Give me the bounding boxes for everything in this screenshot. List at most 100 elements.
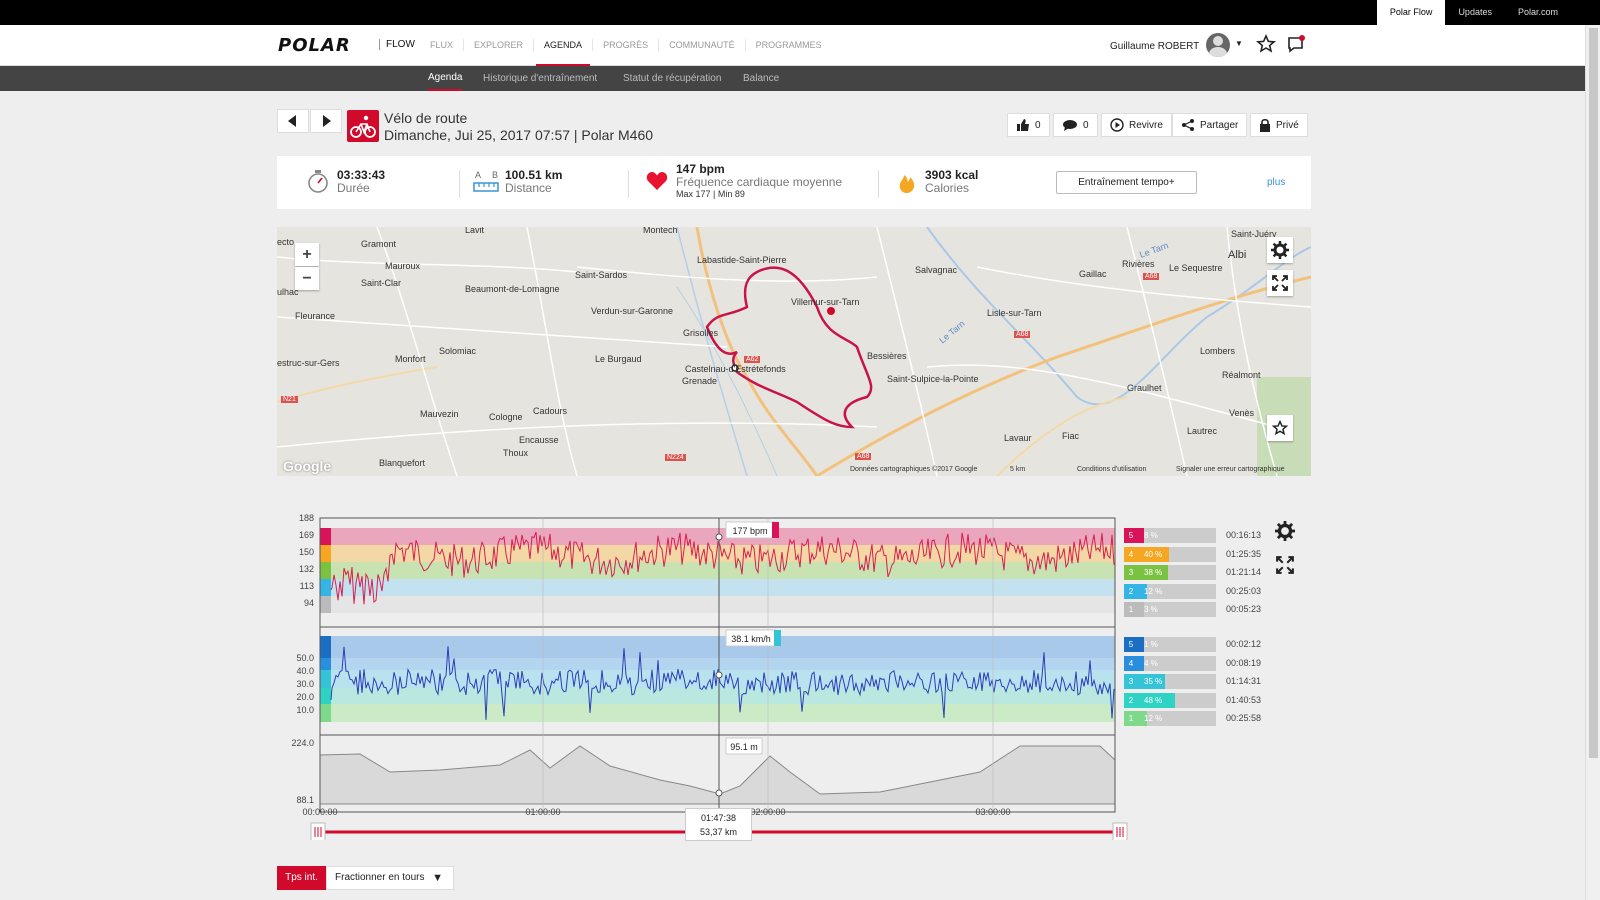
nav-item-programmes[interactable]: PROGRAMMES [746,39,832,51]
like-button[interactable]: 0 [1007,113,1050,137]
nav-item-agenda[interactable]: AGENDA [534,39,594,66]
more-link[interactable]: plus [1267,177,1285,188]
zone-time: 00:16:13 [1226,530,1262,540]
calories-value: 3903 kcal [925,168,979,182]
partager-button[interactable]: Partager [1172,113,1248,137]
subnav-agenda[interactable]: Agenda [428,66,463,91]
play-icon [1110,118,1124,132]
road-shield: A68 [1143,273,1160,280]
nav-item-communaute[interactable]: COMMUNAUTÉ [659,39,746,51]
map-label: Villemur-sur-Tarn [791,297,860,307]
map-label: Grenade [682,376,718,386]
topbar-link-polar-flow[interactable]: Polar Flow [1376,0,1446,25]
chart-settings-button[interactable] [1275,521,1297,543]
road-shield: A68 [1014,331,1031,338]
zone-number: 4 [1124,546,1138,562]
previous-button[interactable] [277,109,309,133]
topbar-link-polar-com[interactable]: Polar.com [1505,0,1571,25]
topbar-link-updates[interactable]: Updates [1445,0,1505,25]
subnav-statut-recuperation[interactable]: Statut de récupération [623,66,721,91]
speed-panel: 50.0 40.0 30.0 20.0 10.0 [296,636,1115,722]
training-benefit-button[interactable]: Entraînement tempo+ [1056,171,1197,194]
zone-percent: 8 % [1144,531,1158,540]
user-name[interactable]: Guillaume ROBERT [1110,41,1199,52]
nav-item-explorer[interactable]: EXPLORER [464,39,535,51]
map-label: Lombers [1200,346,1236,356]
zone-percent: 35 % [1144,677,1163,686]
speed-tick: 30.0 [296,679,314,689]
zone-number: 3 [1124,565,1138,580]
map-fullscreen-button[interactable] [1267,270,1293,296]
zone-time: 01:21:14 [1226,567,1262,577]
partager-label: Partager [1200,119,1239,131]
star-icon[interactable] [1256,34,1276,54]
hr-tick: 94 [304,598,314,608]
hr-tick: 169 [299,530,314,540]
map-label: Fiac [1062,431,1080,441]
google-logo: Google [283,458,332,474]
map-label: Le Sequestre [1169,263,1223,273]
map-label: Le Burgaud [595,354,642,364]
sub-nav: Agenda Historique d'entraînement Statut … [0,66,1585,91]
revivre-button[interactable]: Revivre [1101,113,1172,137]
scrollbar-thumb[interactable] [1589,28,1598,758]
lock-icon [1260,118,1270,132]
map-label: Mauroux [385,261,421,271]
duration-value: 03:33:43 [337,168,386,182]
map-label: Salvagnac [915,265,958,275]
zoom-out-button[interactable]: − [295,267,319,290]
map-label: Cadours [533,406,568,416]
comment-button[interactable]: 0 [1053,113,1098,137]
map-label: Blanquefort [379,458,426,468]
main-navbar: POLAR FLOW FLUX EXPLORER AGENDA PROGRÈS … [0,25,1585,66]
subnav-historique[interactable]: Historique d'entraînement [483,66,597,91]
map-label: Saint-Clar [361,278,402,288]
gear-icon [1271,241,1289,259]
zone-percent: 40 % [1144,549,1163,559]
speed-tick: 50.0 [296,653,314,663]
map-report-link[interactable]: Signaler une erreur cartographique [1176,466,1285,473]
map-terms-link[interactable]: Conditions d'utilisation [1077,466,1146,473]
next-button[interactable] [310,109,342,133]
map-favorite-button[interactable] [1267,415,1293,441]
nav-item-progres[interactable]: PROGRÈS [593,39,660,51]
zoom-in-button[interactable]: + [295,243,319,266]
laps-dropdown[interactable]: Fractionner en tours ▼ [326,866,454,890]
avatar[interactable] [1206,33,1230,57]
zone-time: 01:40:53 [1226,694,1262,705]
map-label: Saint-Sardos [575,270,628,280]
privacy-button[interactable]: Privé [1250,113,1308,137]
summary-stats: 03:33:43 Durée A B 100.51 km Distance 14… [277,156,1311,209]
heart-rate-panel: 188 169 150 132 113 94 [299,513,1115,613]
zone-percent: 3 % [1144,605,1158,614]
flow-label[interactable]: FLOW [379,39,415,50]
zone-row: 4 4 % [1124,655,1216,671]
cursor-readout: 01:47:38 53,37 km [685,808,752,841]
route-map[interactable]: Lavit Montech Gramont Labastide-Saint-Pi… [277,227,1311,476]
hr-zone1-band [320,596,1115,613]
share-icon [1182,119,1194,131]
map-label: Montech [643,227,678,235]
polar-logo[interactable]: POLAR [278,35,351,56]
zone-number: 1 [1124,602,1138,617]
notifications-icon[interactable] [1286,34,1306,54]
nav-item-flux[interactable]: FLUX [420,39,465,51]
zone-time: 00:05:23 [1226,604,1262,614]
zone-number: 1 [1124,711,1138,726]
distance-label: Distance [505,181,552,195]
zone-row: 5 8 % [1124,528,1216,543]
page-scrollbar[interactable] [1585,25,1600,900]
laps-dropdown-label: Fractionner en tours [335,872,425,883]
map-data-credit[interactable]: Données cartographiques ©2017 Google [850,466,977,473]
map-label: Thoux [503,448,529,458]
zone-row: 1 12 % [1124,711,1216,726]
chart-fullscreen-button[interactable] [1276,556,1298,578]
gear-icon [1275,521,1295,541]
subnav-balance[interactable]: Balance [743,66,779,91]
tab-tps-int[interactable]: Tps int. [277,866,326,890]
map-label: Saint-Sulpice-la-Pointe [887,374,979,384]
zone-percent: 48 % [1144,695,1163,705]
map-settings-button[interactable] [1267,237,1293,263]
zone-row: 5 1 % [1124,637,1216,652]
chevron-down-icon[interactable]: ▼ [1235,39,1243,48]
